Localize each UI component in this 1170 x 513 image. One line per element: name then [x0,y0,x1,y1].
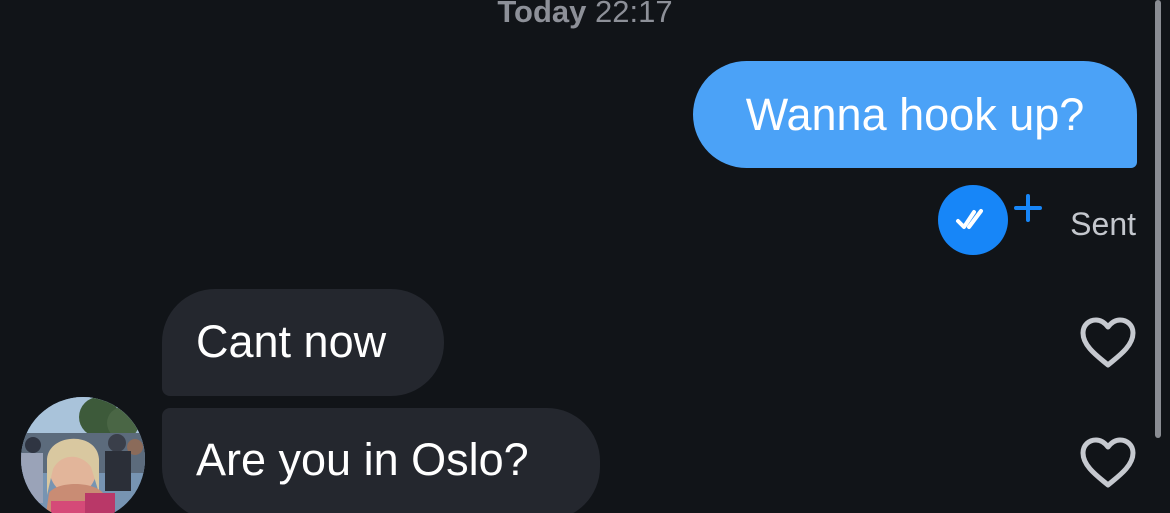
timestamp-time: 22:17 [595,0,673,29]
heart-icon[interactable] [1078,316,1138,370]
outgoing-message-bubble[interactable]: Wanna hook up? [693,61,1137,168]
message-timestamp: Today 22:17 [0,0,1170,30]
plus-icon[interactable] [1012,192,1044,224]
heart-icon[interactable] [1078,436,1138,490]
message-status: Sent [1070,206,1136,242]
double-check-icon [938,185,1008,255]
incoming-message-bubble[interactable]: Cant now [162,289,444,396]
avatar[interactable] [21,397,145,513]
scrollbar[interactable] [1155,0,1161,438]
timestamp-day: Today [497,0,587,29]
chat-screen: Today 22:17 Wanna hook up? Sent Cant now [0,0,1170,513]
incoming-message-bubble[interactable]: Are you in Oslo? [162,408,600,513]
